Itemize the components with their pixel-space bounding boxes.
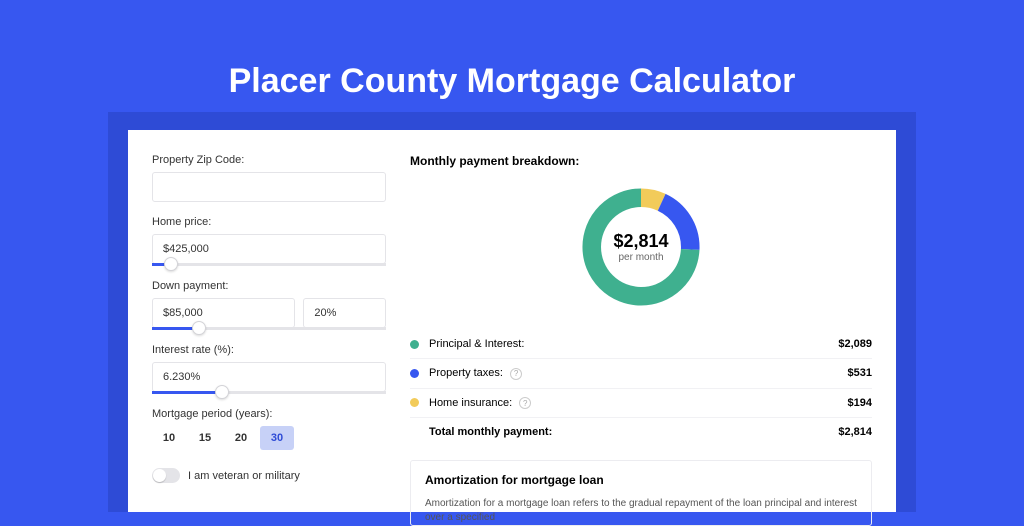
home-price-label: Home price:	[152, 216, 386, 228]
home-price-field: Home price:	[152, 216, 386, 266]
period-btn-10[interactable]: 10	[152, 426, 186, 450]
down-payment-label: Down payment:	[152, 280, 386, 292]
donut-amount: $2,814	[613, 231, 668, 252]
donut-sub: per month	[618, 252, 663, 263]
dot-principal-icon	[410, 340, 419, 349]
period-label: Mortgage period (years):	[152, 408, 386, 420]
home-price-slider[interactable]	[152, 263, 386, 266]
info-icon[interactable]: ?	[519, 397, 531, 409]
veteran-toggle-row: I am veteran or military	[152, 468, 386, 483]
breakdown-title: Monthly payment breakdown:	[410, 154, 872, 168]
donut-center: $2,814 per month	[576, 182, 706, 312]
info-icon[interactable]: ?	[510, 368, 522, 380]
period-options: 10 15 20 30	[152, 426, 386, 450]
down-payment-field: Down payment:	[152, 280, 386, 330]
down-payment-pct-input[interactable]	[303, 298, 386, 328]
legend-label: Property taxes: ?	[429, 367, 848, 380]
home-price-input[interactable]	[152, 234, 386, 264]
calculator-card: Property Zip Code: Home price: Down paym…	[128, 130, 896, 512]
legend-label: Principal & Interest:	[429, 338, 838, 350]
period-btn-15[interactable]: 15	[188, 426, 222, 450]
down-payment-slider[interactable]	[152, 327, 386, 330]
interest-field: Interest rate (%):	[152, 344, 386, 394]
slider-thumb[interactable]	[164, 257, 178, 271]
legend-label: Home insurance: ?	[429, 397, 848, 410]
interest-label: Interest rate (%):	[152, 344, 386, 356]
legend-row-principal: Principal & Interest: $2,089	[410, 330, 872, 359]
legend-total-value: $2,814	[838, 426, 872, 438]
legend-row-insurance: Home insurance: ? $194	[410, 389, 872, 419]
legend-total-label: Total monthly payment:	[429, 426, 838, 438]
legend-row-taxes: Property taxes: ? $531	[410, 359, 872, 389]
page-title: Placer County Mortgage Calculator	[0, 0, 1024, 101]
period-btn-30[interactable]: 30	[260, 426, 294, 450]
slider-thumb[interactable]	[192, 321, 206, 335]
donut-chart: $2,814 per month	[576, 182, 706, 312]
period-field: Mortgage period (years): 10 15 20 30	[152, 408, 386, 450]
veteran-label: I am veteran or military	[188, 470, 300, 482]
veteran-toggle[interactable]	[152, 468, 180, 483]
legend-value: $194	[848, 397, 872, 409]
slider-fill	[152, 391, 222, 394]
interest-slider[interactable]	[152, 391, 386, 394]
form-panel: Property Zip Code: Home price: Down paym…	[128, 130, 398, 512]
period-btn-20[interactable]: 20	[224, 426, 258, 450]
down-payment-input[interactable]	[152, 298, 295, 328]
donut-wrap: $2,814 per month	[410, 182, 872, 312]
zip-input[interactable]	[152, 172, 386, 202]
amortization-text: Amortization for a mortgage loan refers …	[425, 497, 857, 525]
amortization-box: Amortization for mortgage loan Amortizat…	[410, 460, 872, 526]
dot-insurance-icon	[410, 398, 419, 407]
dot-taxes-icon	[410, 369, 419, 378]
zip-label: Property Zip Code:	[152, 154, 386, 166]
zip-field: Property Zip Code:	[152, 154, 386, 202]
legend-value: $2,089	[838, 338, 872, 350]
interest-input[interactable]	[152, 362, 386, 392]
amortization-title: Amortization for mortgage loan	[425, 473, 857, 487]
breakdown-panel: Monthly payment breakdown: $2,814 per mo…	[398, 130, 896, 512]
legend-value: $531	[848, 367, 872, 379]
slider-thumb[interactable]	[215, 385, 229, 399]
toggle-knob	[153, 469, 166, 482]
legend-row-total: Total monthly payment: $2,814	[410, 418, 872, 446]
